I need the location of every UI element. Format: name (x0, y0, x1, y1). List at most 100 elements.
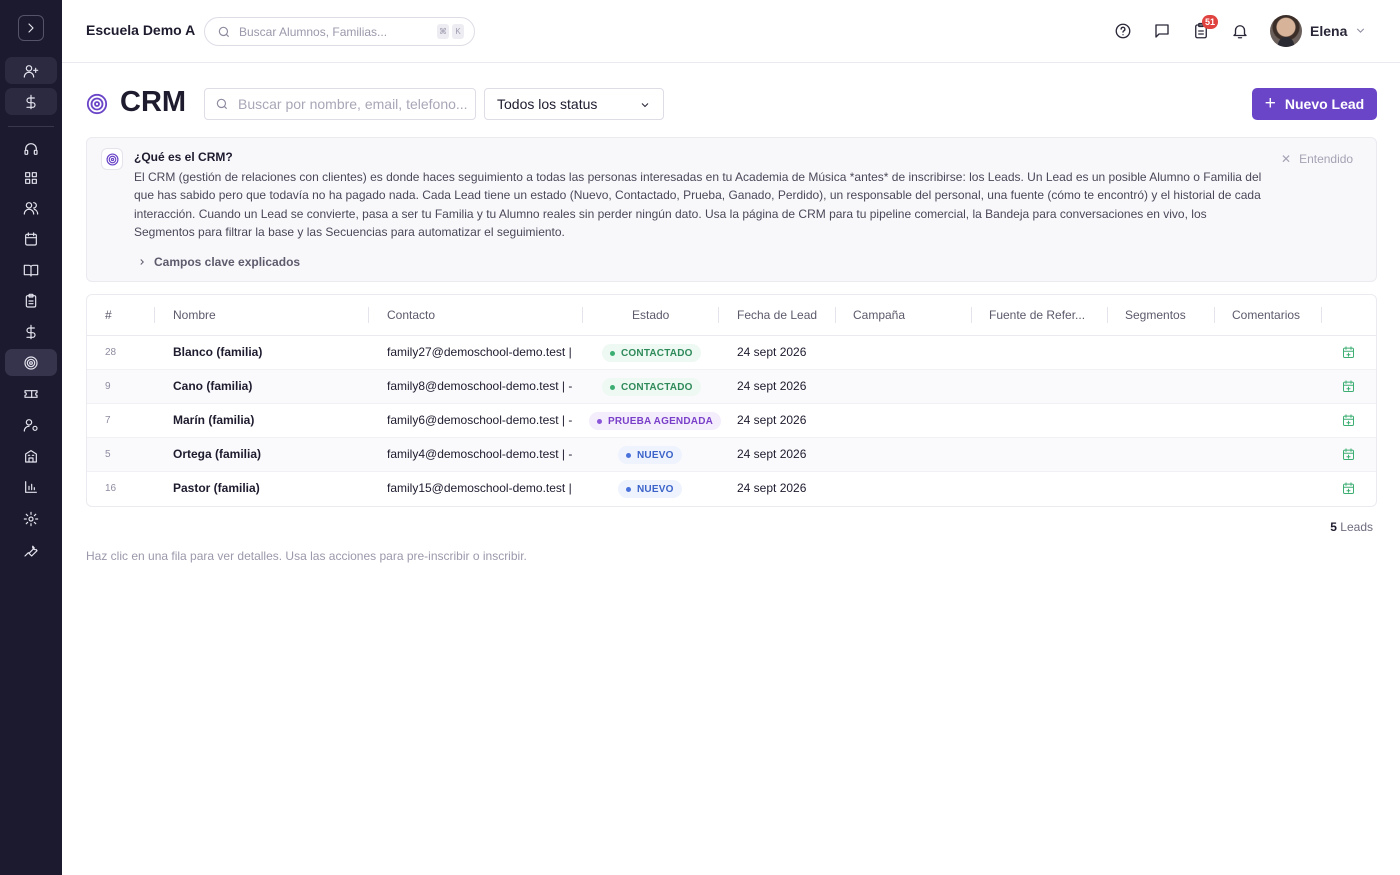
status-label: NUEVO (637, 449, 674, 461)
table-row[interactable]: 9 Cano (familia) family8@demoschool-demo… (87, 370, 1376, 404)
search-icon (218, 26, 230, 37)
crm-info-panel: ¿Qué es el CRM? El CRM (gestión de relac… (86, 137, 1377, 282)
status-badge: NUEVO (618, 446, 682, 464)
lead-search-input[interactable]: Buscar por nombre, email, telefono... (204, 88, 476, 120)
status-label: CONTACTADO (621, 347, 693, 359)
user-settings-icon (23, 418, 38, 432)
sidebar-item-attendance[interactable] (5, 287, 57, 314)
column-divider[interactable] (368, 307, 369, 323)
dismiss-label: Entendido (1299, 152, 1354, 166)
message-icon (1155, 24, 1169, 38)
status-filter-value: Todos los status (497, 96, 598, 112)
avatar[interactable] (1270, 15, 1302, 47)
schedule-action-button[interactable] (1341, 379, 1356, 394)
status-filter-select[interactable]: Todos los status (484, 88, 664, 120)
calendar-icon (25, 231, 37, 246)
school-name[interactable]: Escuela Demo A (86, 22, 195, 38)
status-badge: PRUEBA AGENDADA (589, 412, 722, 430)
col-segments[interactable]: Segmentos (1125, 308, 1186, 322)
book-icon (23, 264, 39, 277)
schedule-action-button[interactable] (1341, 481, 1356, 496)
sidebar-item-tools[interactable] (5, 536, 57, 563)
col-name[interactable]: Nombre (173, 308, 216, 322)
sidebar-item-crm[interactable] (5, 349, 57, 376)
sidebar-item-payments[interactable] (5, 318, 57, 345)
sidebar-item-reports[interactable] (5, 473, 57, 500)
user-menu-toggle[interactable] (1354, 24, 1367, 42)
sidebar-item-students[interactable] (5, 194, 57, 221)
kbd-k: K (452, 24, 464, 39)
table-row[interactable]: 16 Pastor (familia) family15@demoschool-… (87, 472, 1376, 506)
info-title: ¿Qué es el CRM? (134, 150, 233, 164)
sidebar-item-staff[interactable] (5, 411, 57, 438)
schedule-action-button[interactable] (1341, 447, 1356, 462)
schedule-action-button[interactable] (1341, 345, 1356, 360)
global-search-input[interactable]: Buscar Alumnos, Familias... ⌘ K (204, 17, 475, 46)
sidebar-item-lessons[interactable] (5, 256, 57, 283)
column-divider[interactable] (582, 307, 583, 323)
users-icon (23, 201, 39, 215)
col-source[interactable]: Fuente de Refer... (989, 308, 1085, 322)
table-row[interactable]: 28 Blanco (familia) family27@demoschool-… (87, 336, 1376, 370)
column-divider[interactable] (154, 307, 155, 323)
lead-name: Cano (familia) (173, 379, 253, 393)
sidebar-item-support[interactable] (5, 135, 57, 162)
sidebar-divider (8, 126, 54, 127)
col-date[interactable]: Fecha de Lead (737, 308, 817, 322)
sidebar (0, 0, 62, 875)
sidebar-expand-button[interactable] (18, 15, 44, 41)
new-lead-label: Nuevo Lead (1284, 96, 1365, 112)
ticket-icon (24, 389, 38, 398)
sidebar-item-tickets[interactable] (5, 380, 57, 407)
status-label: NUEVO (637, 483, 674, 495)
chevron-down-icon (641, 103, 649, 108)
new-lead-button[interactable]: + Nuevo Lead (1252, 88, 1377, 120)
sidebar-item-dashboard[interactable] (5, 164, 57, 191)
sidebar-item-locations[interactable] (5, 442, 57, 469)
col-status[interactable]: Estado (632, 308, 669, 322)
col-comments[interactable]: Comentarios (1232, 308, 1300, 322)
col-campaign[interactable]: Campaña (853, 308, 905, 322)
column-divider[interactable] (1214, 307, 1215, 323)
dollar-icon (26, 324, 36, 339)
help-button[interactable] (1113, 21, 1133, 41)
calendar-plus-icon (1343, 482, 1354, 494)
column-divider[interactable] (1107, 307, 1108, 323)
status-dot (610, 350, 615, 356)
sidebar-item-billing[interactable] (5, 88, 57, 115)
column-divider[interactable] (971, 307, 972, 323)
col-contact[interactable]: Contacto (387, 308, 435, 322)
row-number: 5 (105, 449, 111, 460)
lead-count-label: Leads (1340, 520, 1373, 534)
lead-count-value: 5 (1330, 520, 1337, 534)
target-icon (101, 148, 123, 170)
schedule-action-button[interactable] (1341, 413, 1356, 428)
key-fields-toggle[interactable]: Campos clave explicados (137, 255, 300, 269)
column-divider[interactable] (835, 307, 836, 323)
dismiss-info-button[interactable]: ✕ Entendido (1281, 152, 1353, 166)
lead-contact: family6@demoschool-demo.test | - (387, 413, 573, 427)
row-number: 16 (105, 483, 117, 494)
lead-date: 24 sept 2026 (737, 481, 807, 495)
table-row[interactable]: 5 Ortega (familia) family4@demoschool-de… (87, 438, 1376, 472)
wrench-icon (24, 545, 38, 557)
col-num[interactable]: # (105, 308, 112, 322)
lead-name: Pastor (familia) (173, 481, 260, 495)
calendar-plus-icon (1343, 346, 1354, 358)
lead-date: 24 sept 2026 (737, 413, 807, 427)
user-name[interactable]: Elena (1310, 23, 1347, 39)
lead-name: Ortega (familia) (173, 447, 262, 461)
lead-name: Marín (familia) (173, 413, 255, 427)
clipboard-icon (25, 293, 37, 308)
sidebar-item-settings[interactable] (5, 505, 57, 532)
column-divider[interactable] (1321, 307, 1322, 323)
headset-icon (24, 142, 38, 155)
sidebar-item-calendar[interactable] (5, 225, 57, 252)
help-circle-icon (1115, 23, 1131, 39)
notifications-button[interactable] (1230, 21, 1250, 41)
sidebar-item-add-user[interactable] (5, 57, 57, 84)
table-row[interactable]: 7 Marín (familia) family6@demoschool-dem… (87, 404, 1376, 438)
column-divider[interactable] (718, 307, 719, 323)
messages-button[interactable] (1152, 21, 1172, 41)
status-dot (610, 384, 615, 390)
